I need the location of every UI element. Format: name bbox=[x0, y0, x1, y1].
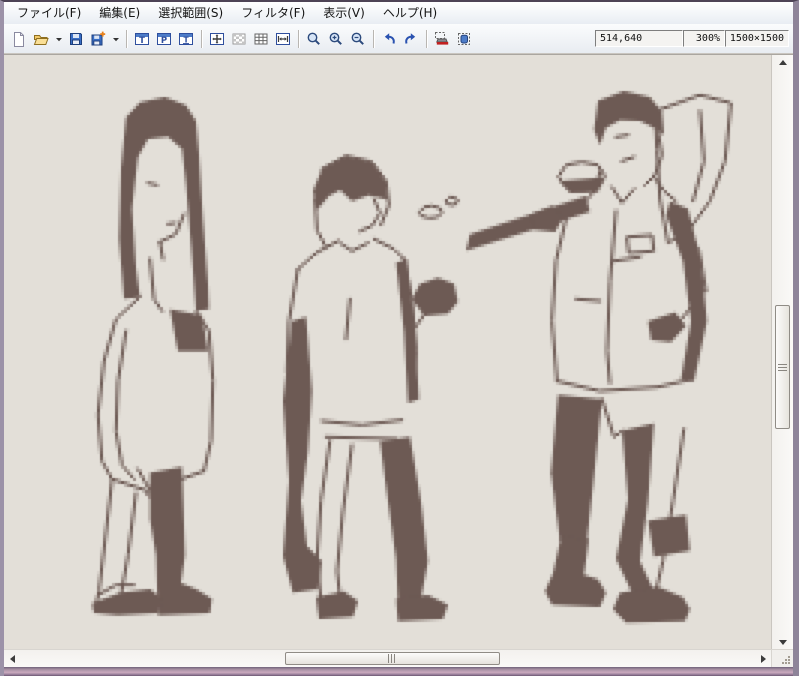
redo-button[interactable] bbox=[400, 28, 422, 50]
magnifier-plus-icon bbox=[329, 32, 342, 45]
toolbar-separator bbox=[126, 29, 127, 48]
toolbar: T P T 514,640 300% 1500×1500 bbox=[4, 24, 793, 54]
zoom-in-button[interactable] bbox=[325, 28, 347, 50]
stamp-red-icon bbox=[435, 31, 449, 45]
menu-edit[interactable]: 編集(E) bbox=[90, 2, 149, 24]
scroll-left-button[interactable] bbox=[5, 650, 19, 667]
scroll-down-button[interactable] bbox=[772, 636, 793, 648]
toggle-palette-panel-button[interactable]: P bbox=[153, 28, 175, 50]
h-resize-icon bbox=[276, 32, 290, 45]
toolbar-separator bbox=[373, 29, 374, 48]
arrow-down-icon bbox=[778, 639, 787, 645]
horizontal-scrollbar[interactable] bbox=[4, 649, 771, 667]
select-object-button[interactable] bbox=[453, 28, 475, 50]
svg-text:T: T bbox=[183, 35, 189, 44]
undo-arrow-icon bbox=[384, 32, 395, 44]
menu-selection[interactable]: 選択範囲(S) bbox=[149, 2, 232, 24]
save-as-button[interactable] bbox=[87, 28, 109, 50]
grid-icon bbox=[254, 33, 268, 44]
vertical-scroll-thumb[interactable] bbox=[775, 305, 790, 429]
zoom-tool-button[interactable] bbox=[303, 28, 325, 50]
new-file-button[interactable] bbox=[8, 28, 30, 50]
statusbar: 514,640 300% 1500×1500 bbox=[595, 30, 789, 47]
toolbar-separator bbox=[298, 29, 299, 48]
toolbar-buttons: TPT bbox=[8, 28, 475, 50]
scroll-up-button[interactable] bbox=[772, 56, 793, 68]
open-folder-icon bbox=[33, 34, 49, 45]
zoom-level: 300% bbox=[683, 30, 725, 47]
menu-file[interactable]: ファイル(F) bbox=[8, 2, 90, 24]
redo-arrow-icon bbox=[405, 32, 416, 44]
cursor-coordinates: 514,640 bbox=[595, 30, 683, 47]
save-as-icon bbox=[91, 31, 106, 45]
svg-text:T: T bbox=[139, 36, 145, 46]
arrow-up-icon bbox=[778, 59, 787, 65]
resize-grip-icon bbox=[782, 656, 790, 664]
canvas-size: 1500×1500 bbox=[725, 30, 789, 47]
resize-canvas-button[interactable] bbox=[206, 28, 228, 50]
bottom-scroll-row bbox=[4, 649, 793, 667]
dropdown-arrow-icon bbox=[112, 37, 119, 41]
menu-filter[interactable]: フィルタ(F) bbox=[232, 2, 314, 24]
app-window: ファイル(F) 編集(E) 選択範囲(S) フィルタ(F) 表示(V) ヘルプ(H) T P… bbox=[0, 0, 799, 676]
toggle-toolbar-panel-button[interactable]: T bbox=[131, 28, 153, 50]
toggle-grid-button[interactable] bbox=[250, 28, 272, 50]
window-t-icon: T bbox=[135, 32, 149, 46]
scroll-right-button[interactable] bbox=[756, 650, 770, 667]
client-area bbox=[4, 54, 793, 649]
menubar: ファイル(F) 編集(E) 選択範囲(S) フィルタ(F) 表示(V) ヘルプ(H) bbox=[4, 2, 793, 24]
magnifier-minus-icon bbox=[351, 32, 364, 45]
thumb-grip-icon bbox=[778, 363, 787, 371]
toggle-tool-panel-button[interactable]: T bbox=[175, 28, 197, 50]
canvas-artwork[interactable] bbox=[4, 55, 771, 649]
open-file-dropdown-button[interactable] bbox=[52, 28, 65, 50]
undo-button[interactable] bbox=[378, 28, 400, 50]
magnifier-icon bbox=[307, 32, 320, 45]
save-icon bbox=[70, 32, 82, 45]
arrow-left-icon bbox=[9, 654, 15, 663]
toggle-transparency-button[interactable] bbox=[228, 28, 250, 50]
zoom-out-button[interactable] bbox=[347, 28, 369, 50]
resize-grip[interactable] bbox=[771, 649, 793, 667]
vertical-scrollbar[interactable] bbox=[771, 55, 793, 649]
dropdown-arrow-icon bbox=[55, 37, 62, 41]
arrow-right-icon bbox=[760, 654, 766, 663]
menu-help[interactable]: ヘルプ(H) bbox=[374, 2, 446, 24]
window-p-icon: P bbox=[157, 32, 171, 46]
save-as-dropdown-button[interactable] bbox=[109, 28, 122, 50]
selection-blue-icon bbox=[458, 32, 470, 45]
svg-text:P: P bbox=[161, 36, 167, 46]
canvas-viewport[interactable] bbox=[4, 55, 771, 649]
window-t2-icon: T bbox=[179, 32, 193, 45]
thumb-grip-icon bbox=[388, 654, 397, 663]
open-file-button[interactable] bbox=[30, 28, 52, 50]
fit-width-button[interactable] bbox=[272, 28, 294, 50]
horizontal-scroll-thumb[interactable] bbox=[285, 652, 500, 665]
checkerboard-icon bbox=[232, 33, 246, 44]
menu-view[interactable]: 表示(V) bbox=[314, 2, 374, 24]
save-file-button[interactable] bbox=[65, 28, 87, 50]
new-file-icon bbox=[14, 31, 24, 47]
toolbar-separator bbox=[201, 29, 202, 48]
toolbar-separator bbox=[426, 29, 427, 48]
stamp-selection-button[interactable] bbox=[431, 28, 453, 50]
window-bottom-border bbox=[4, 667, 793, 676]
move-canvas-icon bbox=[210, 32, 224, 45]
